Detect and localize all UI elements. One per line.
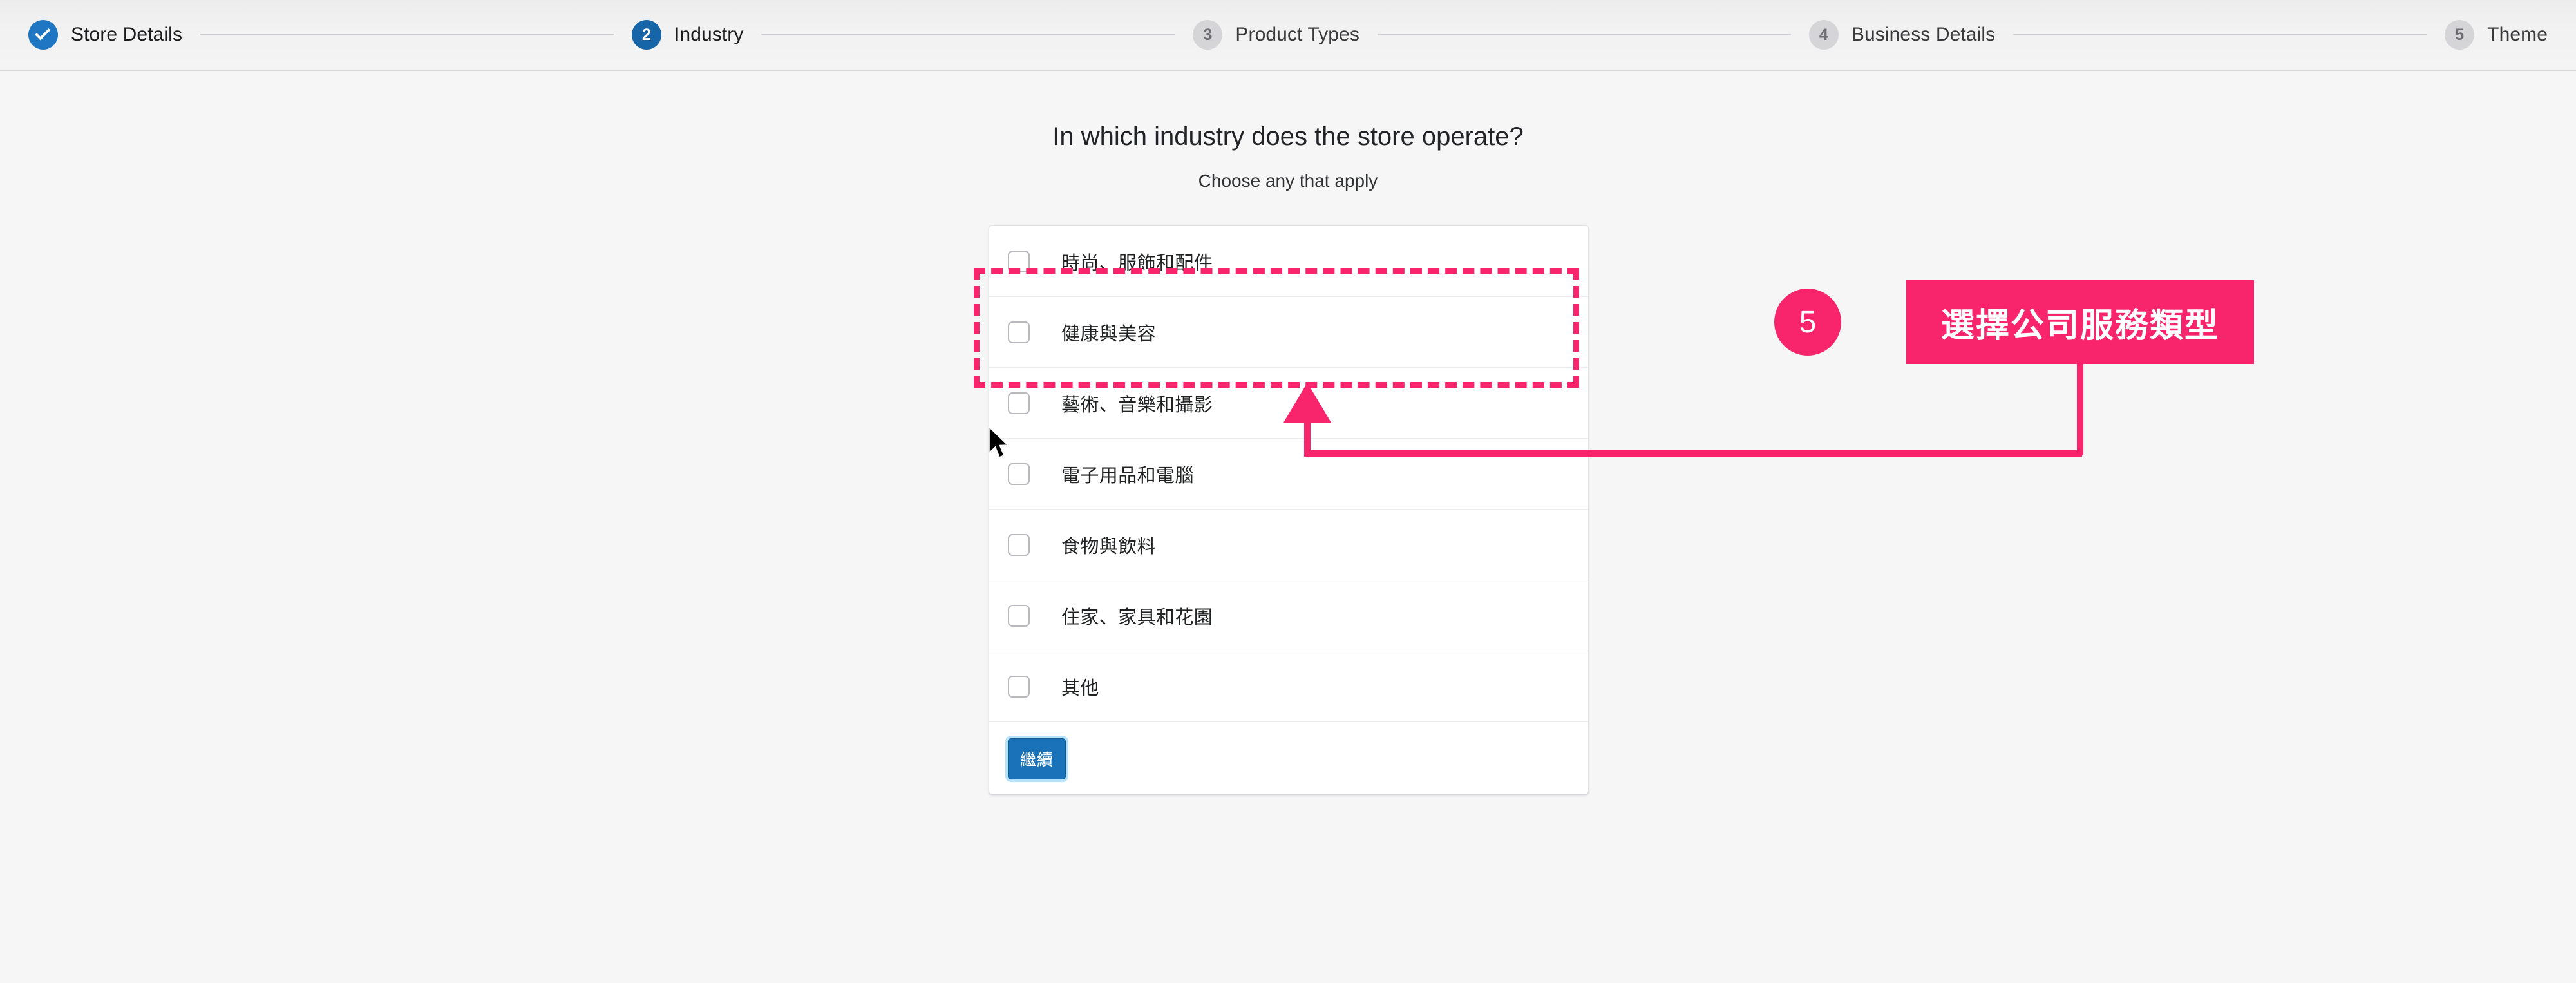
annotation-connector-vertical-right: [2077, 364, 2083, 455]
option-row-fashion[interactable]: 時尚、服飾和配件: [989, 226, 1588, 297]
checkbox-electronics-computers[interactable]: [1008, 463, 1030, 485]
step-circle-3: 3: [1193, 20, 1223, 50]
step-label-theme: Theme: [2487, 24, 2548, 45]
option-row-food-drink[interactable]: 食物與飲料: [989, 510, 1588, 580]
option-label-electronics-computers: 電子用品和電腦: [1061, 465, 1194, 486]
checkbox-arts-music-photo[interactable]: [1008, 392, 1030, 414]
stepper-step-industry[interactable]: 2 Industry: [631, 20, 744, 50]
onboarding-page-body: In which industry does the store operate…: [0, 71, 2576, 983]
step-label-business-details: Business Details: [1851, 24, 1996, 45]
step-circle-2: 2: [631, 20, 661, 50]
option-label-food-drink: 食物與飲料: [1061, 536, 1157, 557]
annotation-connector-horizontal: [1304, 450, 2082, 457]
checkbox-other[interactable]: [1008, 675, 1030, 698]
annotation-arrow-icon: [1283, 383, 1331, 423]
stepper-connector-1: [200, 34, 614, 35]
stepper-connector-2: [761, 34, 1175, 35]
stepper-step-theme[interactable]: 5 Theme: [2445, 20, 2548, 50]
option-label-home-furniture-garden: 住家、家具和花園: [1061, 607, 1213, 628]
annotation-step-badge: 5: [1774, 289, 1841, 356]
step-circle-4: 4: [1808, 20, 1839, 50]
check-icon: [35, 24, 51, 41]
step-label-store-details: Store Details: [71, 24, 183, 45]
option-label-health-beauty: 健康與美容: [1061, 323, 1157, 345]
step-circle-1: [28, 20, 58, 50]
continue-button[interactable]: 繼續: [1008, 738, 1066, 779]
checkbox-food-drink[interactable]: [1008, 533, 1030, 556]
stepper-connector-4: [2013, 34, 2427, 35]
stepper-step-product-types[interactable]: 3 Product Types: [1193, 20, 1359, 50]
stepper-connector-3: [1377, 34, 1791, 35]
step-label-industry: Industry: [674, 24, 744, 45]
step-circle-5: 5: [2445, 20, 2475, 50]
option-row-health-beauty[interactable]: 健康與美容: [989, 297, 1588, 368]
industry-options-card: 時尚、服飾和配件 健康與美容 藝術、音樂和攝影 電子用品和電腦 食物與飲料 住家…: [989, 225, 1589, 794]
annotation-label: 選擇公司服務類型: [1906, 280, 2254, 364]
option-label-other: 其他: [1061, 678, 1099, 699]
option-label-fashion: 時尚、服飾和配件: [1061, 253, 1213, 274]
checkbox-fashion[interactable]: [1008, 250, 1030, 272]
continue-button-wrapper: 繼續: [989, 722, 1588, 779]
page-title: In which industry does the store operate…: [1052, 122, 1524, 151]
step-label-product-types: Product Types: [1235, 24, 1359, 45]
option-row-electronics-computers[interactable]: 電子用品和電腦: [989, 439, 1588, 510]
checkbox-health-beauty[interactable]: [1008, 321, 1030, 343]
option-row-home-furniture-garden[interactable]: 住家、家具和花園: [989, 580, 1588, 651]
stepper-step-store-details[interactable]: Store Details: [28, 20, 182, 50]
checkbox-home-furniture-garden[interactable]: [1008, 604, 1030, 627]
stepper-step-business-details[interactable]: 4 Business Details: [1808, 20, 1996, 50]
option-row-other[interactable]: 其他: [989, 651, 1588, 722]
option-label-arts-music-photo: 藝術、音樂和攝影: [1061, 394, 1213, 415]
page-subtitle: Choose any that apply: [1198, 171, 1378, 191]
onboarding-stepper: Store Details 2 Industry 3 Product Types…: [0, 0, 2576, 71]
